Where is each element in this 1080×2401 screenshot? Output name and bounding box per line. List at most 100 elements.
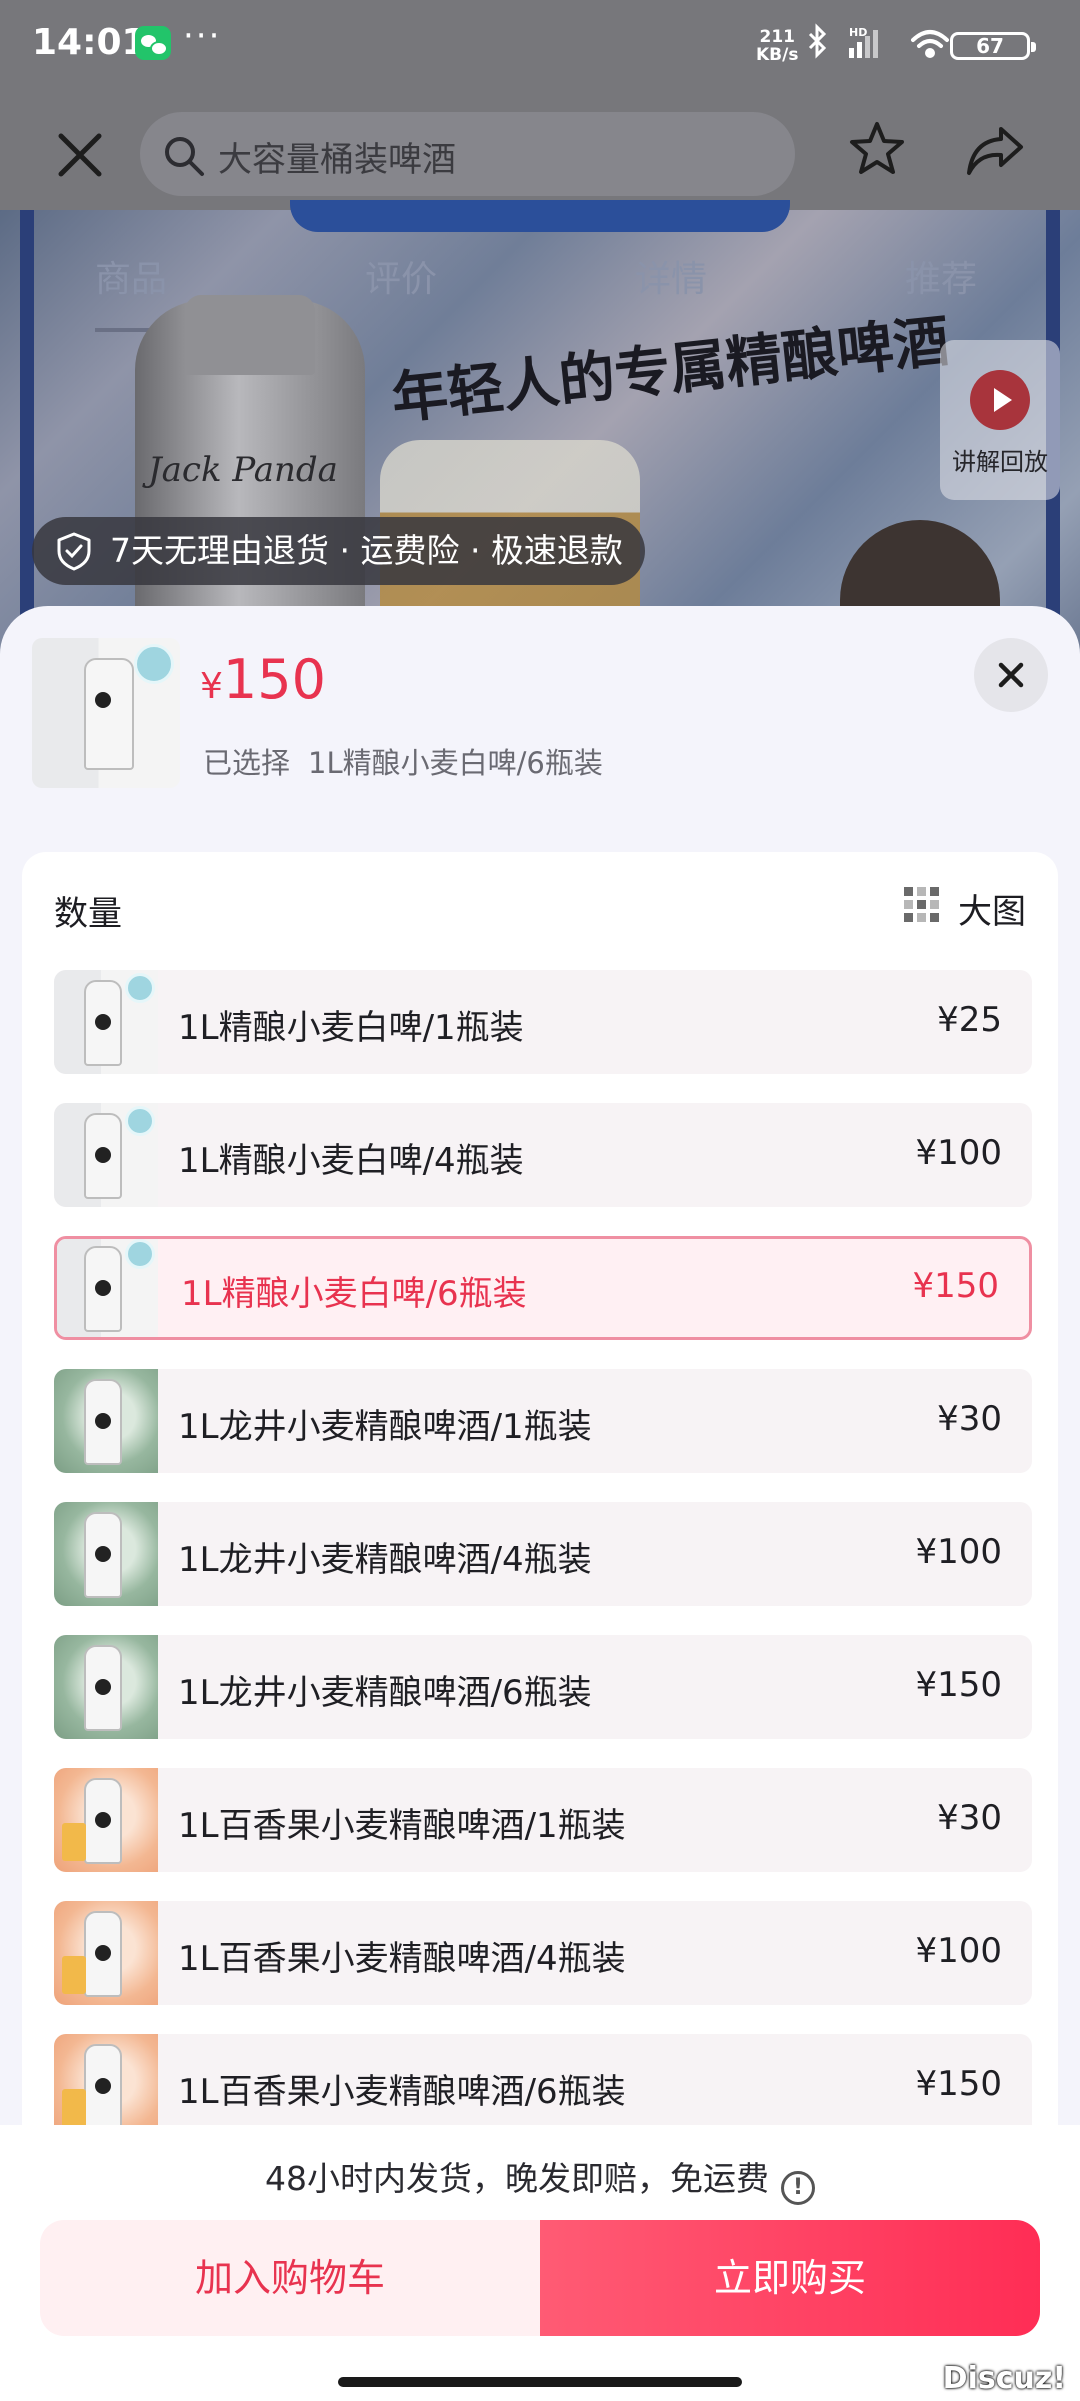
favorite-star-icon[interactable]	[848, 120, 906, 178]
bottle-cap	[185, 295, 315, 375]
buy-now-button[interactable]: 立即购买	[540, 2220, 1040, 2336]
badge-icon	[125, 1106, 155, 1136]
watermark-logo: Discuz!	[942, 2361, 1066, 2396]
variant-thumbnail	[54, 1635, 158, 1739]
variant-price: ¥150	[915, 1665, 1002, 1705]
big-view-label: 大图	[958, 892, 1026, 932]
variant-price: ¥100	[915, 1931, 1002, 1971]
variant-thumbnail	[54, 1502, 158, 1606]
shield-check-icon	[57, 532, 91, 571]
wechat-icon	[135, 26, 171, 60]
variant-label: 1L百香果小麦精酿啤酒/4瓶装	[178, 1939, 626, 1979]
variant-price: ¥150	[915, 2064, 1002, 2104]
variant-option[interactable]: 1L百香果小麦精酿啤酒/6瓶装 ¥150	[54, 2034, 1032, 2138]
variant-option-selected[interactable]: 1L精酿小麦白啤/6瓶装 ¥150	[54, 1236, 1032, 1340]
add-to-cart-button[interactable]: 加入购物车	[40, 2220, 540, 2336]
variant-option[interactable]: 1L精酿小麦白啤/4瓶装 ¥100	[54, 1103, 1032, 1207]
variant-option[interactable]: 1L龙井小麦精酿啤酒/4瓶装 ¥100	[54, 1502, 1032, 1606]
status-bar: 14:01 ··· 211 KB/s HD 67	[0, 0, 1080, 90]
variant-label: 1L龙井小麦精酿啤酒/1瓶装	[178, 1407, 592, 1447]
bottle-icon	[84, 658, 134, 770]
badge-icon	[125, 973, 155, 1003]
tab-product[interactable]: 商品	[95, 250, 167, 302]
tab-details[interactable]: 详情	[635, 250, 707, 302]
selected-sku-thumbnail	[32, 638, 180, 788]
replay-button[interactable]: 讲解回放	[940, 340, 1060, 500]
variant-label: 1L百香果小麦精酿啤酒/6瓶装	[178, 2072, 626, 2112]
variant-thumbnail	[54, 970, 158, 1074]
tab-reviews[interactable]: 评价	[365, 250, 437, 302]
play-icon	[970, 370, 1030, 430]
variant-label: 1L百香果小麦精酿啤酒/1瓶装	[178, 1806, 626, 1846]
variant-label: 1L龙井小麦精酿啤酒/4瓶装	[178, 1540, 592, 1580]
product-page-background: 14:01 ··· 211 KB/s HD 67 大容量桶装啤酒 商品 评价 详…	[0, 0, 1080, 700]
guarantee-text: 7天无理由退货 · 运费险 · 极速退款	[110, 531, 623, 570]
search-icon	[165, 137, 204, 176]
bottle-icon	[84, 1911, 122, 1997]
variant-thumbnail	[54, 2034, 158, 2138]
variant-thumbnail	[54, 1369, 158, 1473]
service-guarantee-badge[interactable]: 7天无理由退货 · 运费险 · 极速退款	[32, 517, 645, 585]
bottom-action-bar: 48小时内发货，晚发即赔，免运费! 加入购物车 立即购买 Discuz!	[0, 2125, 1080, 2401]
home-indicator	[338, 2377, 742, 2387]
selected-sku-summary: 已选择 1L精酿小麦白啤/6瓶装	[203, 746, 603, 780]
variant-label: 1L精酿小麦白啤/6瓶装	[181, 1274, 527, 1314]
variant-thumbnail	[54, 1103, 158, 1207]
search-query: 大容量桶装啤酒	[218, 140, 456, 180]
variant-option[interactable]: 1L龙井小麦精酿啤酒/1瓶装 ¥30	[54, 1369, 1032, 1473]
variant-option[interactable]: 1L百香果小麦精酿啤酒/1瓶装 ¥30	[54, 1768, 1032, 1872]
bottle-icon	[84, 1113, 122, 1199]
svg-text:HD: HD	[849, 26, 867, 39]
bottle-brand: Jack Panda	[148, 450, 338, 490]
sku-selection-sheet: ¥150 已选择 1L精酿小麦白啤/6瓶装 数量 大图 1L精酿小麦白啤/1瓶装 ¥…	[0, 606, 1080, 2401]
variant-label: 1L精酿小麦白啤/4瓶装	[178, 1141, 524, 1181]
glass-icon	[62, 1956, 86, 1994]
variant-price: ¥100	[915, 1532, 1002, 1572]
variant-price: ¥25	[937, 1000, 1002, 1040]
share-icon[interactable]	[965, 125, 1025, 177]
variant-thumbnail	[54, 1901, 158, 2005]
badge-icon	[134, 644, 174, 684]
quantity-label: 数量	[54, 894, 122, 934]
variant-label: 1L精酿小麦白啤/1瓶装	[178, 1008, 524, 1048]
big-view-toggle[interactable]: 大图	[904, 884, 1026, 933]
hero-blue-tab	[290, 200, 790, 232]
tab-recommend[interactable]: 推荐	[905, 250, 977, 302]
bottle-icon	[84, 1778, 122, 1864]
variant-thumbnail	[57, 1239, 158, 1337]
sheet-close-button[interactable]	[974, 638, 1048, 712]
info-icon[interactable]: !	[781, 2171, 815, 2205]
glass-icon	[62, 2089, 86, 2127]
variant-price: ¥100	[915, 1133, 1002, 1173]
quantity-options-card: 数量 大图 1L精酿小麦白啤/1瓶装 ¥25 1L精酿小麦白啤/4瓶装 ¥100 1L精…	[22, 852, 1058, 2252]
variant-thumbnail	[54, 1768, 158, 1872]
bottle-icon	[84, 2044, 122, 2130]
shipping-note: 48小时内发货，晚发即赔，免运费!	[0, 2152, 1080, 2205]
badge-icon	[125, 1239, 155, 1269]
bottle-icon	[84, 1379, 122, 1465]
bottle-icon	[84, 1246, 122, 1332]
bottle-icon	[84, 980, 122, 1066]
battery-icon: 67	[950, 32, 1036, 60]
top-navigation: 大容量桶装啤酒	[0, 90, 1080, 210]
selected-price: ¥150	[200, 648, 326, 711]
variant-option[interactable]: 1L龙井小麦精酿啤酒/6瓶装 ¥150	[54, 1635, 1032, 1739]
bottle-icon	[84, 1512, 122, 1598]
variant-label: 1L龙井小麦精酿啤酒/6瓶装	[178, 1673, 592, 1713]
variant-price: ¥30	[937, 1399, 1002, 1439]
close-icon[interactable]	[55, 130, 105, 180]
more-notifications-icon: ···	[183, 16, 222, 56]
variant-option[interactable]: 1L百香果小麦精酿啤酒/4瓶装 ¥100	[54, 1901, 1032, 2005]
variant-price: ¥30	[937, 1798, 1002, 1838]
variant-option[interactable]: 1L精酿小麦白啤/1瓶装 ¥25	[54, 970, 1032, 1074]
search-box[interactable]: 大容量桶装啤酒	[140, 112, 795, 196]
status-time: 14:01	[32, 22, 147, 63]
variant-price: ¥150	[912, 1266, 999, 1306]
wifi-icon	[911, 30, 949, 58]
cell-signal-icon: HD	[849, 26, 878, 58]
network-speed: 211 KB/s	[756, 27, 799, 65]
glass-icon	[62, 1823, 86, 1861]
bluetooth-icon	[808, 23, 827, 59]
replay-label: 讲解回放	[952, 448, 1048, 476]
bottle-icon	[84, 1645, 122, 1731]
